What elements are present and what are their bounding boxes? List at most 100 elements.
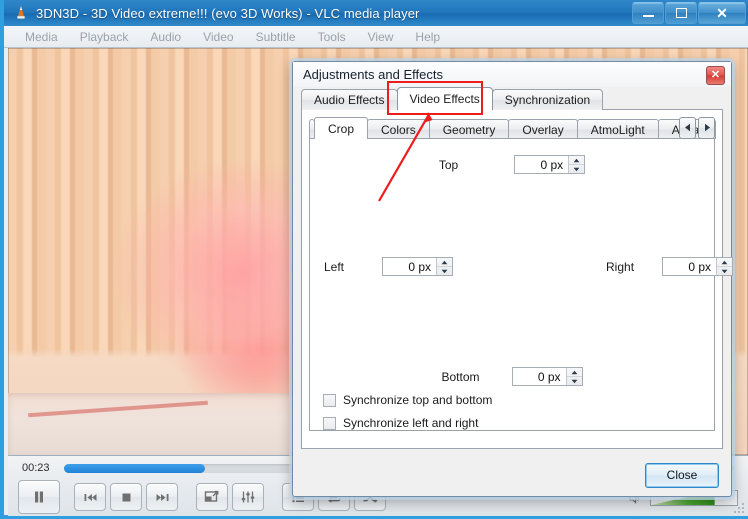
sync-top-bottom-checkbox[interactable] — [323, 393, 336, 407]
dialog-title: Adjustments and Effects — [303, 67, 443, 82]
menu-video[interactable]: Video — [192, 28, 244, 46]
crop-top-row: Top 0 px — [310, 155, 714, 174]
close-button[interactable]: Close — [645, 462, 719, 488]
close-window-button[interactable]: ✕ — [698, 2, 746, 24]
sync-top-bottom-checkbox-row[interactable]: Synchronize top and bottom — [323, 393, 492, 407]
seek-progress — [64, 463, 205, 473]
tab-synchronization[interactable]: Synchronization — [491, 89, 604, 110]
dialog-body: Audio Effects Video Effects Synchronizat… — [293, 81, 734, 497]
crop-right-spinner[interactable]: 0 px — [662, 257, 734, 276]
vlc-cone-icon — [13, 5, 29, 21]
sync-left-right-checkbox[interactable] — [323, 416, 336, 430]
menu-view[interactable]: View — [357, 28, 405, 46]
fullscreen-button[interactable] — [196, 483, 228, 511]
menu-audio[interactable]: Audio — [139, 28, 192, 46]
tab-label: Geometry — [442, 122, 496, 137]
sync-top-bottom-label: Synchronize top and bottom — [343, 393, 493, 407]
tab-video-effects[interactable]: Video Effects — [396, 87, 493, 110]
tab-colors[interactable]: Colors — [367, 119, 430, 139]
spinner-up-icon[interactable] — [566, 368, 582, 377]
sync-left-right-label: Synchronize left and right — [343, 416, 479, 430]
crop-bottom-spinner[interactable]: 0 px — [511, 367, 583, 386]
stop-icon — [120, 491, 133, 504]
nav-button-group — [74, 483, 182, 511]
crop-top-label: Top — [438, 157, 459, 172]
maximize-icon — [675, 8, 687, 18]
crop-sync-options: Synchronize top and bottom Synchronize l… — [323, 393, 492, 439]
menu-playback[interactable]: Playback — [69, 28, 140, 46]
crop-left-label: Left — [324, 259, 345, 274]
menu-tools[interactable]: Tools — [307, 28, 357, 46]
crop-right-spinner-arrows[interactable] — [716, 258, 733, 275]
dialog-titlebar: Adjustments and Effects ✕ — [293, 62, 731, 87]
window-controls: ✕ — [632, 2, 746, 24]
dialog-footer: Close — [293, 454, 731, 496]
minimize-button[interactable] — [632, 2, 664, 24]
spinner-up-icon[interactable] — [437, 258, 453, 267]
spinner-down-icon[interactable] — [569, 165, 584, 173]
tab-atmolight[interactable]: AtmoLight — [576, 119, 659, 139]
dialog-close-button[interactable]: ✕ — [706, 66, 725, 85]
close-button-label: Close — [666, 468, 698, 482]
crop-left-spinner-arrows[interactable] — [436, 258, 453, 275]
crop-top-value[interactable]: 0 px — [515, 156, 569, 173]
chevron-left-icon — [684, 119, 692, 137]
tab-geometry[interactable]: Geometry — [428, 119, 510, 139]
view-button-group — [196, 483, 268, 511]
chevron-right-icon — [703, 119, 711, 137]
crop-top-spinner-arrows[interactable] — [568, 156, 585, 173]
spinner-up-icon[interactable] — [569, 156, 585, 165]
equalizer-icon — [240, 490, 256, 504]
tab-scroll-right-button[interactable] — [698, 117, 715, 139]
window-titlebar: 3DN3D - 3D Video extreme!!! (evo 3D Work… — [4, 0, 748, 27]
crop-bottom-spinner-arrows[interactable] — [565, 368, 582, 385]
crop-left-spinner[interactable]: 0 px — [382, 257, 454, 276]
sync-left-right-checkbox-row[interactable]: Synchronize left and right — [323, 416, 492, 430]
stop-button[interactable] — [110, 483, 142, 511]
previous-button[interactable] — [74, 483, 106, 511]
previous-icon — [83, 491, 98, 504]
tab-label: Crop — [328, 121, 355, 136]
tab-label: Synchronization — [504, 93, 591, 107]
resize-grip[interactable] — [733, 501, 745, 513]
tab-label: Overlay — [522, 122, 564, 137]
tab-audio-effects[interactable]: Audio Effects — [301, 89, 398, 110]
tab-label: Audio Effects — [314, 93, 385, 107]
equalizer-button[interactable] — [232, 483, 264, 511]
spinner-down-icon[interactable] — [437, 267, 452, 275]
crop-right-value[interactable]: 0 px — [663, 258, 717, 275]
crop-left-right-row: Left 0 px Right 0 px — [310, 257, 734, 276]
elapsed-time: 00:23 — [22, 462, 50, 474]
effects-tab-strip: Audio Effects Video Effects Synchronizat… — [301, 81, 723, 115]
close-icon: ✕ — [716, 5, 728, 21]
maximize-button[interactable] — [665, 2, 697, 24]
spinner-up-icon[interactable] — [717, 258, 733, 267]
play-pause-button[interactable] — [18, 480, 60, 514]
video-effects-panel: Crop Colors Geometry Overlay AtmoLight T… — [301, 109, 734, 449]
next-button[interactable] — [146, 483, 178, 511]
crop-right-label: Right — [606, 259, 635, 274]
close-icon: ✕ — [710, 69, 721, 81]
tab-scroll-buttons — [679, 117, 715, 139]
tab-overlay[interactable]: Overlay — [508, 119, 578, 139]
crop-left-value[interactable]: 0 px — [383, 258, 437, 275]
pause-icon — [31, 489, 47, 505]
spinner-down-icon[interactable] — [717, 267, 732, 275]
video-effects-tab-strip: Crop Colors Geometry Overlay AtmoLight — [309, 117, 716, 139]
tab-label: Colors — [381, 122, 416, 137]
menu-subtitle[interactable]: Subtitle — [245, 28, 307, 46]
crop-bottom-label: Bottom — [441, 369, 480, 384]
crop-top-spinner[interactable]: 0 px — [514, 155, 586, 174]
menu-media[interactable]: Media — [14, 28, 69, 46]
spinner-down-icon[interactable] — [567, 377, 582, 385]
fullscreen-icon — [204, 490, 220, 504]
crop-bottom-row: Bottom 0 px — [310, 367, 714, 386]
menu-help[interactable]: Help — [404, 28, 451, 46]
window-title: 3DN3D - 3D Video extreme!!! (evo 3D Work… — [36, 5, 420, 21]
tab-label: Video Effects — [409, 92, 480, 106]
minimize-icon — [642, 15, 654, 17]
crop-panel: Top 0 px Left 0 px Right 0 px Bottom 0 p… — [309, 138, 734, 431]
crop-bottom-value[interactable]: 0 px — [512, 368, 566, 385]
tab-scroll-left-button[interactable] — [679, 117, 696, 139]
tab-crop[interactable]: Crop — [314, 117, 369, 139]
